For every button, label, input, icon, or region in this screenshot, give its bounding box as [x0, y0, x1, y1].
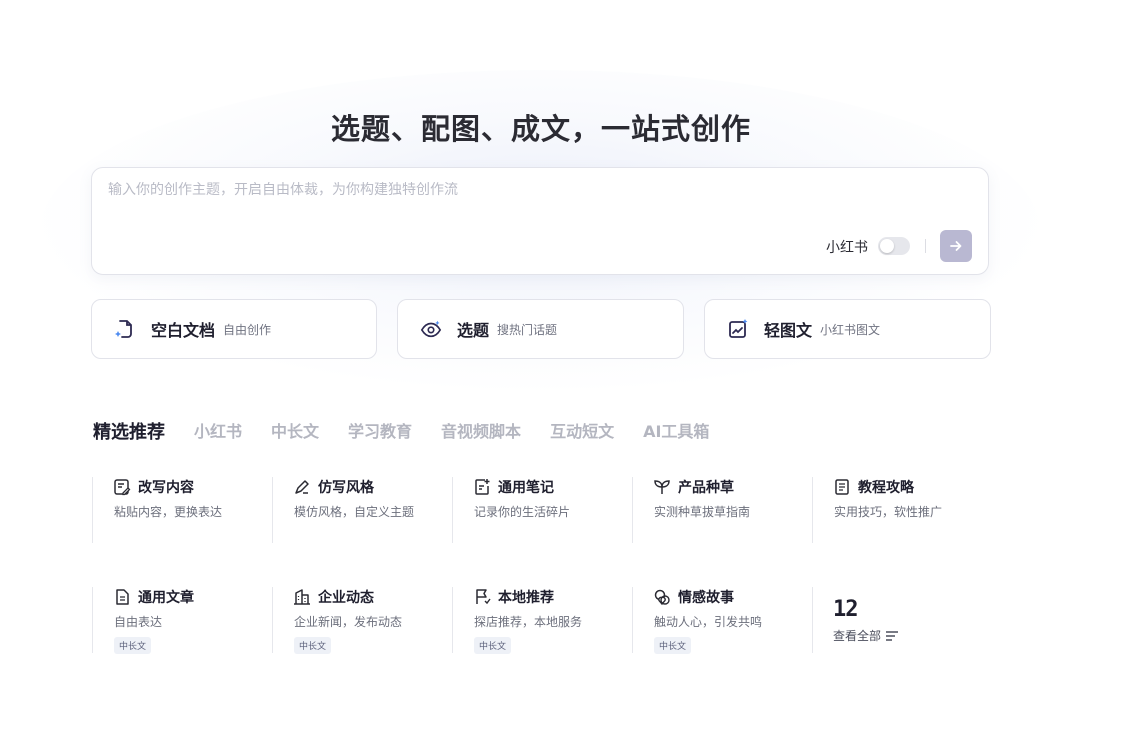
- template-local[interactable]: 本地推荐 探店推荐，本地服务 中长文: [452, 587, 633, 654]
- mode-card-image-text[interactable]: 轻图文 小红书图文: [704, 299, 991, 359]
- template-name: 本地推荐: [498, 590, 554, 606]
- template-desc: 实用技巧，软性推广: [834, 505, 943, 519]
- arrow-right-icon: [950, 241, 962, 251]
- template-name: 通用文章: [138, 590, 194, 606]
- template-badge: 中长文: [474, 637, 512, 654]
- template-desc: 企业新闻，发布动态: [294, 615, 403, 629]
- book-icon: [835, 479, 849, 495]
- edit-icon: [114, 479, 131, 496]
- article-icon: [116, 589, 129, 605]
- mode-card-blank-doc[interactable]: 空白文档 自由创作: [91, 299, 377, 359]
- template-desc: 粘贴内容，更换表达: [114, 505, 223, 519]
- template-rewrite[interactable]: 改写内容 粘贴内容，更换表达: [92, 477, 273, 543]
- see-all-card[interactable]: 12 查看全部: [812, 587, 993, 653]
- heart-icon: [654, 589, 670, 606]
- note-icon: [475, 479, 490, 495]
- template-name: 通用笔记: [498, 480, 554, 496]
- template-company[interactable]: 企业动态 企业新闻，发布动态 中长文: [272, 587, 453, 654]
- template-imitate[interactable]: 仿写风格 模仿风格，自定义主题: [272, 477, 453, 543]
- see-all-label: 查看全部: [833, 629, 882, 643]
- tab-ai-tools[interactable]: AI工具箱: [643, 418, 709, 444]
- mode-title: 选题: [457, 321, 490, 340]
- page-title: 选题、配图、成文，一站式创作: [330, 112, 751, 146]
- mode-subtitle: 搜热门话题: [497, 322, 558, 337]
- topic-input[interactable]: [108, 182, 808, 198]
- eye-icon: [420, 318, 442, 340]
- template-desc: 探店推荐，本地服务: [474, 615, 583, 629]
- mode-title: 空白文档: [151, 321, 216, 340]
- see-all-link[interactable]: 查看全部: [833, 627, 899, 644]
- send-button[interactable]: [940, 230, 972, 262]
- list-icon: [886, 630, 899, 641]
- flag-icon: [476, 589, 491, 605]
- mode-title: 轻图文: [764, 321, 813, 340]
- template-product[interactable]: 产品种草 实测种草拔草指南: [632, 477, 813, 543]
- platform-label: 小红书: [826, 240, 868, 256]
- template-desc: 实测种草拔草指南: [654, 505, 751, 519]
- mode-card-topic[interactable]: 选题 搜热门话题: [397, 299, 684, 359]
- tab-education[interactable]: 学习教育: [348, 418, 412, 444]
- category-tabs: 精选推荐 小红书 中长文 学习教育 音视频脚本 互动短文 AI工具箱: [93, 418, 738, 444]
- divider: [925, 239, 926, 253]
- tab-long-article[interactable]: 中长文: [271, 418, 319, 444]
- tab-featured[interactable]: 精选推荐: [93, 418, 165, 444]
- template-emotion[interactable]: 情感故事 触动人心，引发共鸣 中长文: [632, 587, 813, 654]
- building-icon: [294, 589, 310, 605]
- template-badge: 中长文: [294, 637, 332, 654]
- pen-icon: [295, 480, 309, 494]
- template-article[interactable]: 通用文章 自由表达 中长文: [92, 587, 273, 654]
- tab-xiaohongshu[interactable]: 小红书: [194, 418, 242, 444]
- mode-subtitle: 小红书图文: [820, 322, 881, 337]
- tab-interactive[interactable]: 互动短文: [550, 418, 614, 444]
- template-desc: 触动人心，引发共鸣: [654, 615, 763, 629]
- template-note[interactable]: 通用笔记 记录你的生活碎片: [452, 477, 633, 543]
- template-desc: 记录你的生活碎片: [474, 505, 571, 519]
- template-tutorial[interactable]: 教程攻略 实用技巧，软性推广: [812, 477, 993, 543]
- template-badge: 中长文: [114, 637, 152, 654]
- template-desc: 模仿风格，自定义主题: [294, 505, 415, 519]
- template-desc: 自由表达: [114, 615, 163, 629]
- prompt-box: 小红书: [91, 167, 989, 275]
- template-badge: 中长文: [654, 637, 692, 654]
- template-name: 企业动态: [318, 590, 374, 606]
- template-name: 情感故事: [678, 590, 734, 606]
- doc-icon: [114, 318, 136, 340]
- template-name: 教程攻略: [858, 480, 914, 496]
- template-name: 仿写风格: [318, 480, 374, 496]
- mode-subtitle: 自由创作: [223, 322, 272, 337]
- image-text-icon: [727, 318, 749, 340]
- template-name: 改写内容: [138, 480, 194, 496]
- template-name: 产品种草: [678, 480, 734, 496]
- sprout-icon: [654, 480, 670, 494]
- platform-toggle[interactable]: [878, 237, 910, 255]
- tab-av-script[interactable]: 音视频脚本: [441, 418, 521, 444]
- template-count: 12: [833, 597, 858, 622]
